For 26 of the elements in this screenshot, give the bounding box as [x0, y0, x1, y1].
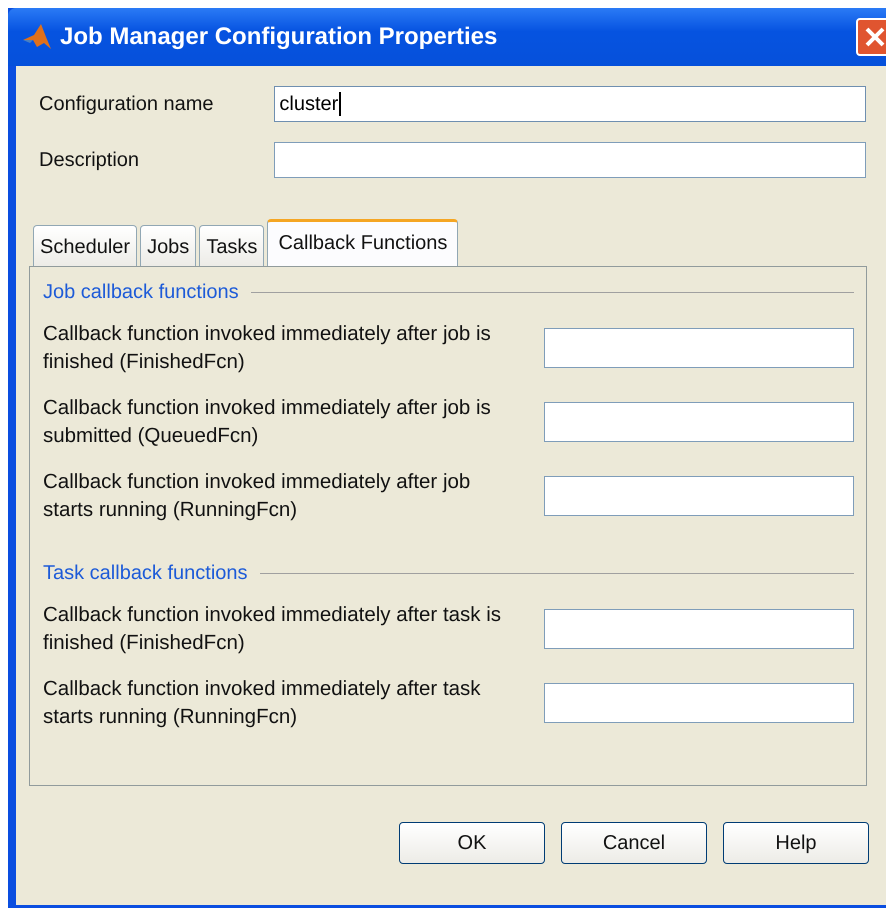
- tab[interactable]: Scheduler: [33, 225, 138, 266]
- section-heading: Task callback functions: [43, 562, 248, 585]
- input-field[interactable]: [544, 683, 854, 723]
- dialog-button[interactable]: Help: [723, 822, 869, 864]
- window-title: Job Manager Configuration Properties: [60, 23, 498, 51]
- tab[interactable]: Callback Functions: [267, 219, 458, 266]
- field-label: Callback function invoked immediately after job starts running (RunningFcn): [43, 469, 472, 523]
- field-label: Description: [39, 148, 140, 172]
- input-field[interactable]: [544, 402, 854, 442]
- field-label: Callback function invoked immediately after task starts running (RunningFcn): [43, 676, 482, 730]
- close-button[interactable]: [856, 18, 886, 56]
- field-label: Callback function invoked immediately after job is submitted (QueuedFcn): [43, 395, 492, 449]
- field-label: Configuration name: [39, 92, 215, 116]
- field-label: Callback function invoked immediately after task is finished (FinishedFcn): [43, 602, 502, 656]
- input-field[interactable]: [544, 476, 854, 516]
- input-field[interactable]: [274, 142, 866, 178]
- tab[interactable]: Jobs: [140, 225, 196, 266]
- input-field[interactable]: cluster: [274, 86, 866, 122]
- dialog-button[interactable]: Cancel: [561, 822, 707, 864]
- tab[interactable]: Tasks: [199, 225, 264, 266]
- input-field[interactable]: [544, 328, 854, 368]
- input-field[interactable]: [544, 609, 854, 649]
- dialog-button[interactable]: OK: [399, 822, 545, 864]
- section-heading: Job callback functions: [43, 281, 239, 304]
- peak-icon: [22, 23, 52, 51]
- field-label: Callback function invoked immediately after job is finished (FinishedFcn): [43, 321, 492, 375]
